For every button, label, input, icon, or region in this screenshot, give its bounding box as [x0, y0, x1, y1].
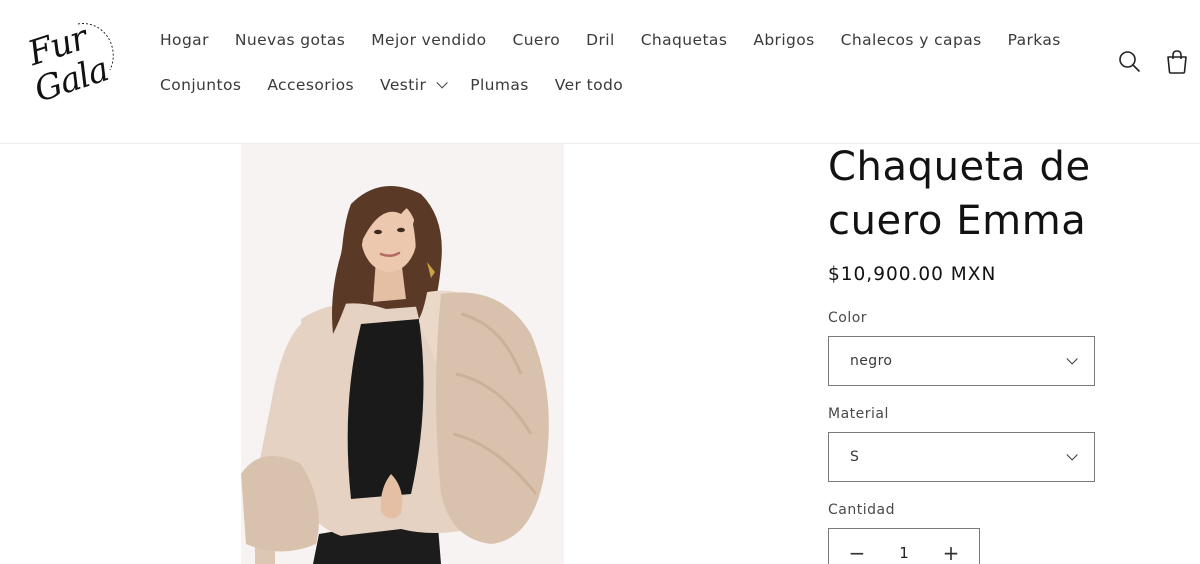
product-info: Chaqueta de cuero Emma $10,900.00 MXN Co…	[828, 144, 1128, 564]
main-navigation: Hogar Nuevas gotas Mejor vendido Cuero D…	[160, 22, 1080, 112]
quantity-stepper: − 1 +	[828, 528, 980, 564]
search-icon	[1119, 51, 1140, 72]
quantity-increase-button[interactable]: +	[941, 543, 961, 563]
quantity-input[interactable]: 1	[899, 544, 909, 562]
color-label: Color	[828, 310, 868, 326]
nav-item-cuero[interactable]: Cuero	[512, 31, 560, 49]
cart-icon	[1167, 50, 1187, 74]
nav-item-vestir-label: Vestir	[380, 76, 427, 94]
search-button[interactable]	[1117, 48, 1143, 76]
chevron-down-icon	[1066, 449, 1078, 461]
chevron-down-icon	[436, 77, 448, 89]
model-photo-illustration	[241, 144, 564, 564]
product-gallery	[0, 144, 800, 564]
nav-item-hogar[interactable]: Hogar	[160, 31, 209, 49]
chevron-down-icon	[1066, 353, 1078, 365]
nav-item-dril[interactable]: Dril	[586, 31, 615, 49]
product-title: Chaqueta de cuero Emma	[828, 144, 1091, 244]
nav-item-vestir[interactable]: Vestir	[380, 76, 448, 94]
site-header: Fur Gala Hogar Nuevas gotas Mejor vendid…	[0, 0, 1200, 144]
nav-item-accesorios[interactable]: Accesorios	[267, 76, 354, 94]
nav-row-2: Conjuntos Accesorios Vestir Plumas Ver t…	[160, 67, 1080, 103]
material-select-value: S	[850, 449, 860, 465]
cart-button[interactable]	[1164, 48, 1190, 76]
nav-item-conjuntos[interactable]: Conjuntos	[160, 76, 241, 94]
nav-item-chalecos-y-capas[interactable]: Chalecos y capas	[841, 31, 982, 49]
nav-item-parkas[interactable]: Parkas	[1008, 31, 1061, 49]
nav-item-ver-todo[interactable]: Ver todo	[555, 76, 623, 94]
color-select-value: negro	[850, 353, 893, 369]
product-image[interactable]	[241, 144, 564, 564]
nav-item-nuevas-gotas[interactable]: Nuevas gotas	[235, 31, 345, 49]
nav-row-1: Hogar Nuevas gotas Mejor vendido Cuero D…	[160, 22, 1080, 58]
nav-item-mejor-vendido[interactable]: Mejor vendido	[371, 31, 486, 49]
material-select[interactable]: S	[828, 432, 1095, 482]
brand-logo[interactable]: Fur Gala	[22, 12, 118, 114]
nav-item-chaquetas[interactable]: Chaquetas	[641, 31, 728, 49]
material-label: Material	[828, 406, 889, 422]
product-price: $10,900.00 MXN	[828, 264, 997, 285]
quantity-decrease-button[interactable]: −	[847, 543, 867, 563]
nav-item-plumas[interactable]: Plumas	[470, 76, 529, 94]
nav-item-abrigos[interactable]: Abrigos	[753, 31, 814, 49]
quantity-label: Cantidad	[828, 502, 895, 518]
color-select[interactable]: negro	[828, 336, 1095, 386]
